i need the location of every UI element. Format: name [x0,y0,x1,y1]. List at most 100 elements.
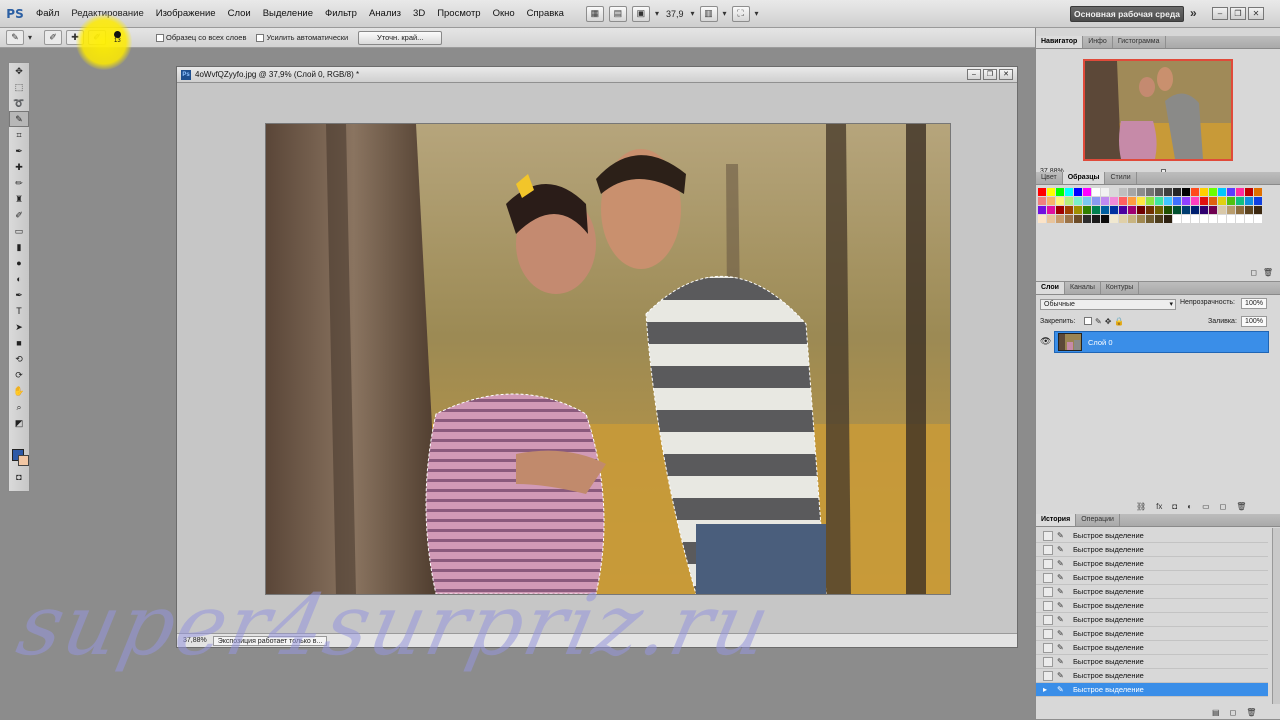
auto-enhance-checkbox[interactable]: Усилить автоматически [256,33,348,42]
color-swatch[interactable] [1173,206,1181,214]
history-item[interactable]: ✎ Быстрое выделение [1036,599,1268,613]
color-swatch[interactable] [1065,206,1073,214]
color-swatch[interactable] [1200,197,1208,205]
chevron-down-icon[interactable]: ▾ [723,9,727,18]
chevron-down-icon[interactable]: ▾ [690,9,694,18]
lock-all-icon[interactable]: 🔒 [1114,317,1124,326]
default-colors-icon[interactable]: ◩ [9,415,29,431]
sample-all-layers-checkbox[interactable]: Образец со всех слоев [156,33,246,42]
checkbox-box[interactable] [156,33,165,42]
type-tool-icon[interactable]: T [9,303,29,319]
close-icon[interactable]: ✕ [999,69,1013,80]
tab-styles[interactable]: Стили [1105,172,1137,184]
tool-preset-icon[interactable]: ✎ [6,30,24,45]
brush-picker-icon[interactable] [114,31,121,38]
menu-layers[interactable]: Слои [222,0,257,28]
adjustment-icon[interactable]: ◐ [1187,502,1192,511]
tab-layers[interactable]: Слои [1036,282,1065,294]
color-swatch[interactable] [1128,188,1136,196]
image-canvas[interactable] [265,123,951,595]
color-swatch[interactable] [1038,206,1046,214]
color-swatch[interactable] [1137,197,1145,205]
color-swatch[interactable] [1254,197,1262,205]
history-scrollbar[interactable] [1272,528,1280,704]
color-swatch[interactable] [1146,206,1154,214]
color-swatch[interactable] [1110,188,1118,196]
color-swatch[interactable] [1047,188,1055,196]
color-swatch[interactable] [1245,188,1253,196]
history-source-checkbox[interactable] [1043,558,1053,569]
new-swatch-icon[interactable]: ◻ [1250,268,1257,277]
history-item[interactable]: ✎ Быстрое выделение [1036,543,1268,557]
hand-tool-icon[interactable]: ✋ [9,383,29,399]
new-layer-icon[interactable]: ◻ [1220,502,1227,511]
arrange-docs-icon[interactable]: ▥ [699,5,718,22]
chevron-down-icon[interactable]: ▾ [655,9,659,18]
new-document-icon[interactable]: ▤ [1212,708,1220,717]
menu-view[interactable]: Просмотр [431,0,486,28]
workspace-button[interactable]: Основная рабочая среда [1070,6,1184,22]
restore-icon[interactable]: ❐ [1230,7,1246,20]
navigator-thumbnail[interactable] [1083,59,1233,161]
color-swatch[interactable] [1065,215,1073,223]
color-swatch[interactable] [1200,206,1208,214]
color-swatch[interactable] [1191,188,1199,196]
color-swatch[interactable] [1047,197,1055,205]
mask-icon[interactable]: ◘ [1172,502,1177,511]
path-selection-tool-icon[interactable]: ➤ [9,319,29,335]
history-item[interactable]: ✎ Быстрое выделение [1036,557,1268,571]
history-source-checkbox[interactable] [1043,628,1053,639]
crop-tool-icon[interactable]: ⌗ [9,127,29,143]
gradient-tool-icon[interactable]: ▮ [9,239,29,255]
blur-tool-icon[interactable]: ● [9,255,29,271]
color-swatch[interactable] [1182,215,1190,223]
history-brush-tool-icon[interactable]: ✐ [9,207,29,223]
history-item-selected[interactable]: ▸ ✎ Быстрое выделение [1036,683,1268,697]
color-swatch[interactable] [1218,197,1226,205]
color-swatch[interactable] [1209,206,1217,214]
menu-help[interactable]: Справка [521,0,570,28]
color-swatch[interactable] [1236,188,1244,196]
color-swatch[interactable] [1164,215,1172,223]
minibridge-icon[interactable]: ▤ [608,5,627,22]
tab-navigator[interactable]: Навигатор [1036,36,1084,48]
color-swatch[interactable] [1128,197,1136,205]
color-swatch[interactable] [1110,206,1118,214]
color-swatch[interactable] [1137,215,1145,223]
color-swatch[interactable] [1119,215,1127,223]
color-swatch[interactable] [1083,215,1091,223]
tab-paths[interactable]: Контуры [1101,282,1140,294]
menu-image[interactable]: Изображение [150,0,222,28]
move-tool-icon[interactable]: ✥ [9,63,29,79]
color-swatch[interactable] [1173,188,1181,196]
color-swatch[interactable] [1209,215,1217,223]
color-swatch[interactable] [1227,197,1235,205]
color-swatch[interactable] [1236,206,1244,214]
color-swatch[interactable] [1119,206,1127,214]
lock-pixels-icon[interactable]: ✎ [1095,317,1102,326]
color-swatch[interactable] [1155,188,1163,196]
color-swatch[interactable] [1182,197,1190,205]
color-swatch[interactable] [1218,206,1226,214]
minimize-icon[interactable]: – [1212,7,1228,20]
menu-select[interactable]: Выделение [257,0,319,28]
menu-window[interactable]: Окно [487,0,521,28]
history-item[interactable]: ✎ Быстрое выделение [1036,571,1268,585]
color-swatch[interactable] [1047,206,1055,214]
color-swatch[interactable] [1119,188,1127,196]
color-swatch[interactable] [1164,188,1172,196]
color-swatch[interactable] [1146,215,1154,223]
history-item[interactable]: ✎ Быстрое выделение [1036,627,1268,641]
color-swatch[interactable] [1074,215,1082,223]
lasso-tool-icon[interactable]: ➰ [9,95,29,111]
new-selection-icon[interactable]: ✐ [44,30,63,45]
layer-row[interactable]: Слой 0 [1054,331,1269,353]
history-source-checkbox[interactable] [1043,656,1053,667]
eyedropper-tool-icon[interactable]: ✒ [9,143,29,159]
pen-tool-icon[interactable]: ✒ [9,287,29,303]
color-swatch[interactable] [1245,215,1253,223]
dodge-tool-icon[interactable]: ◐ [9,271,29,287]
3d-rotate-tool-icon[interactable]: ⟲ [9,351,29,367]
minimize-icon[interactable]: – [967,69,981,80]
history-source-checkbox[interactable] [1043,530,1053,541]
